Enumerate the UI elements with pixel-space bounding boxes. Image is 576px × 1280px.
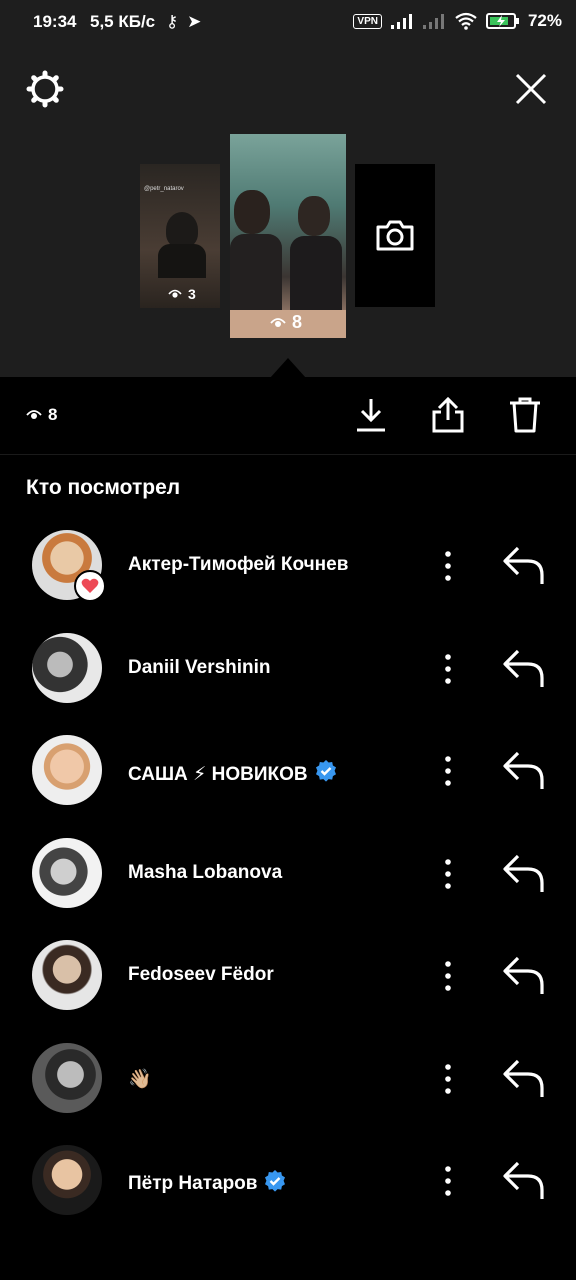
eye-icon <box>168 289 182 298</box>
more-vertical-icon <box>445 756 451 786</box>
person-left <box>234 190 270 234</box>
viewer-name-text: 👋🏼 <box>128 1068 152 1090</box>
status-network-speed: 5,5 КБ/с ⚷ ➤ <box>90 12 202 31</box>
more-options-button[interactable] <box>436 751 460 791</box>
viewer-name[interactable]: 👋🏼 <box>128 1067 152 1091</box>
reply-button[interactable] <box>500 749 548 793</box>
reply-arrow-icon <box>503 751 544 789</box>
reply-button[interactable] <box>500 1159 548 1203</box>
add-story-camera-button[interactable] <box>355 164 435 307</box>
avatar[interactable] <box>32 837 102 908</box>
story-thumbnail-2-selected[interactable]: 8 <box>230 134 346 338</box>
views-count: 8 <box>26 405 57 425</box>
person-right <box>298 196 330 236</box>
person-left-body <box>230 234 282 314</box>
battery-icon <box>485 13 519 29</box>
viewer-name-text: Пётр Натаров <box>128 1173 258 1194</box>
viewer-row[interactable]: 👋🏼 <box>0 1031 576 1127</box>
gear-icon <box>26 70 64 108</box>
thumbnail-views: 3 <box>168 286 196 302</box>
more-vertical-icon <box>445 961 451 991</box>
avatar[interactable] <box>32 735 102 805</box>
viewer-row[interactable]: Fedoseev Fёdor <box>0 928 576 1024</box>
thumbnail-username: @petr_natarov <box>144 186 184 192</box>
viewer-name[interactable]: Fedoseev Fёdor <box>128 964 274 986</box>
share-icon <box>432 396 464 433</box>
viewer-name-text: САША ⚡ НОВИКОВ <box>128 763 308 785</box>
download-icon <box>357 399 385 432</box>
person-right-body <box>290 236 342 314</box>
more-vertical-icon <box>445 1166 451 1196</box>
more-vertical-icon <box>445 1063 451 1094</box>
reply-arrow-icon <box>503 1059 544 1097</box>
viewer-row[interactable]: САША ⚡ НОВИКОВ <box>0 723 576 819</box>
key-icon: ⚷ <box>165 12 179 31</box>
avatar[interactable] <box>32 1145 102 1215</box>
telegram-icon: ➤ <box>187 12 202 31</box>
more-vertical-icon <box>445 858 451 889</box>
avatar[interactable] <box>32 632 102 703</box>
avatar[interactable] <box>32 1042 102 1113</box>
signal-icon-2 <box>422 14 444 29</box>
more-options-button[interactable] <box>436 546 460 586</box>
eye-icon <box>270 317 286 327</box>
reply-button[interactable] <box>500 852 548 896</box>
reply-arrow-icon <box>503 956 544 994</box>
vpn-badge: VPN <box>353 13 382 29</box>
more-options-button[interactable] <box>436 956 460 996</box>
more-options-button[interactable] <box>436 1059 460 1099</box>
more-options-button[interactable] <box>436 1161 460 1201</box>
reply-button[interactable] <box>500 647 548 691</box>
share-button[interactable] <box>428 395 468 435</box>
status-time: 19:34 <box>33 12 77 31</box>
reply-arrow-icon <box>503 649 544 687</box>
viewers-title: Кто посмотрел <box>26 476 181 499</box>
viewer-name[interactable]: Актер-Тимофей Кочнев <box>128 554 348 576</box>
reply-button[interactable] <box>500 1057 548 1101</box>
viewer-name-text: Masha Lobanova <box>128 861 283 883</box>
verified-badge-icon <box>263 1169 287 1199</box>
viewer-row[interactable]: Masha Lobanova <box>0 826 576 922</box>
viewer-name-text: Актер-Тимофей Кочнев <box>128 554 349 575</box>
viewer-row[interactable]: Пётр Натаров <box>0 1133 576 1229</box>
person-body <box>158 244 206 278</box>
viewer-name-text: Daniil Vershinin <box>128 656 271 678</box>
verified-badge-icon <box>314 759 338 789</box>
viewer-name-text: Fedoseev Fёdor <box>128 964 274 985</box>
reply-button[interactable] <box>500 544 548 588</box>
reply-arrow-icon <box>503 546 544 584</box>
delete-button[interactable] <box>506 395 544 435</box>
reply-button[interactable] <box>500 954 548 998</box>
more-options-button[interactable] <box>436 854 460 894</box>
close-icon <box>515 73 547 105</box>
viewer-name[interactable]: Masha Lobanova <box>128 862 282 884</box>
person-silhouette <box>166 212 198 248</box>
viewer-name[interactable]: Daniil Vershinin <box>128 657 271 679</box>
status-bar: 19:34 5,5 КБ/с ⚷ ➤ VPN 72% <box>0 0 576 44</box>
viewer-name[interactable]: САША ⚡ НОВИКОВ <box>128 759 338 789</box>
selection-pointer <box>270 358 306 378</box>
thumbnail-views: 8 <box>270 312 302 333</box>
story-toolbar: 8 <box>0 377 576 455</box>
close-button[interactable] <box>510 68 552 110</box>
viewer-row[interactable]: Daniil Vershinin <box>0 621 576 717</box>
more-vertical-icon <box>445 551 451 581</box>
viewer-row[interactable]: Актер-Тимофей Кочнев <box>0 518 576 614</box>
eye-icon <box>26 410 42 419</box>
battery-percent: 72% <box>527 11 562 30</box>
more-options-button[interactable] <box>436 649 460 689</box>
camera-icon <box>376 220 414 251</box>
avatar[interactable] <box>32 940 102 1010</box>
reply-arrow-icon <box>503 1161 544 1199</box>
more-vertical-icon <box>445 653 451 684</box>
trash-icon <box>510 397 540 433</box>
settings-button[interactable] <box>24 68 66 110</box>
story-thumbnail-1[interactable]: @petr_natarov 3 <box>140 164 220 308</box>
heart-icon <box>74 570 106 602</box>
reply-arrow-icon <box>503 854 544 892</box>
wifi-icon <box>455 12 477 30</box>
viewer-name[interactable]: Пётр Натаров <box>128 1169 287 1199</box>
signal-icon <box>390 14 412 29</box>
download-button[interactable] <box>352 395 390 435</box>
